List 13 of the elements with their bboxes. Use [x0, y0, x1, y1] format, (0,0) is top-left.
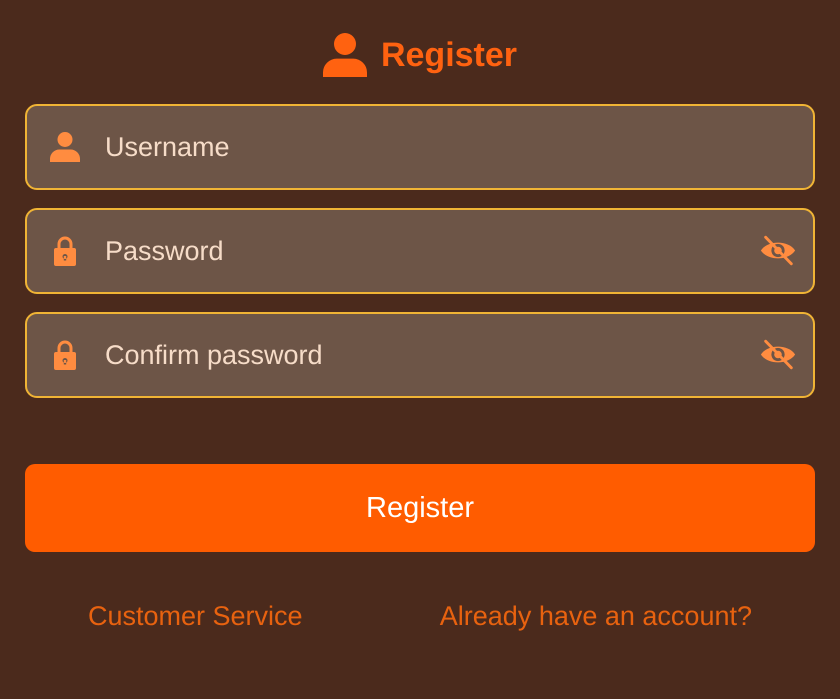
- page-title: Register: [380, 35, 518, 75]
- username-field[interactable]: Username: [25, 104, 815, 190]
- lock-icon: [53, 340, 77, 370]
- person-icon: [322, 33, 367, 77]
- eye-slash-icon[interactable]: [759, 235, 797, 266]
- eye-slash-icon[interactable]: [759, 339, 797, 370]
- password-field[interactable]: Password: [25, 208, 815, 294]
- link[interactable]: Already have an account?: [440, 600, 752, 632]
- password-field[interactable]: Confirm password: [25, 312, 815, 398]
- person-icon: [50, 132, 80, 162]
- link[interactable]: Customer Service: [88, 600, 303, 632]
- register-button[interactable]: Register: [25, 464, 815, 552]
- lock-icon: [53, 236, 77, 266]
